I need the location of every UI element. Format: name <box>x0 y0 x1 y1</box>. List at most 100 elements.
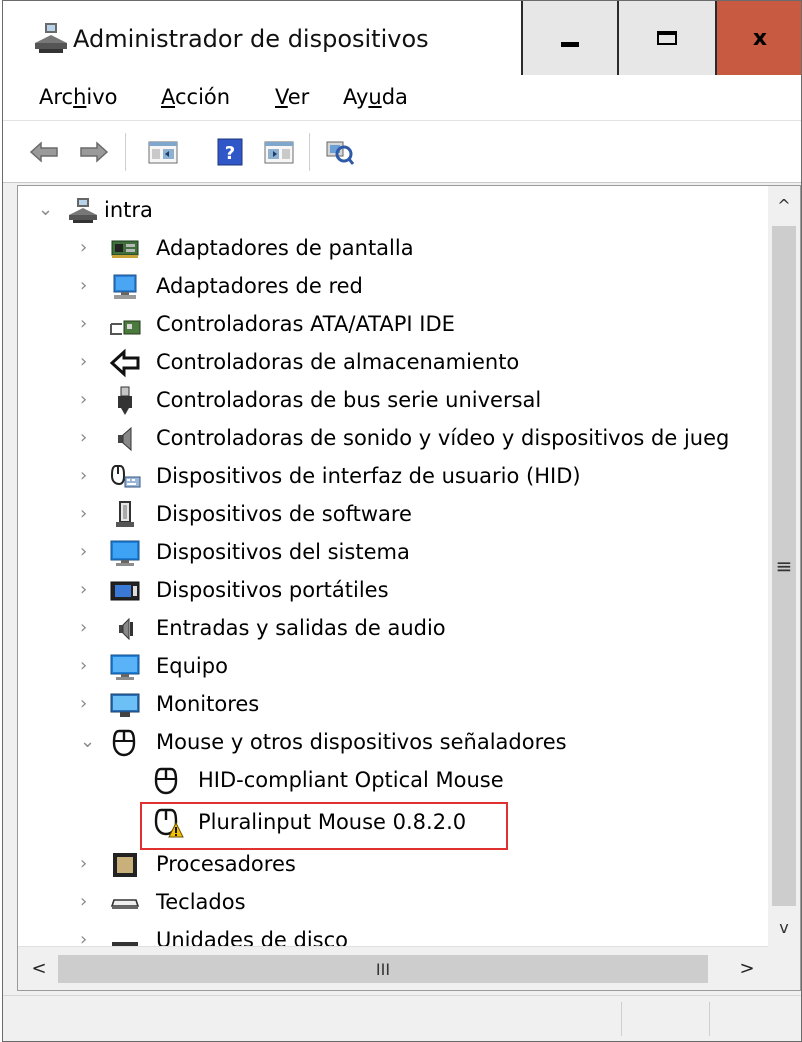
forward-button[interactable] <box>77 135 111 169</box>
view-panel-icon <box>264 141 294 164</box>
scroll-right-button[interactable]: > <box>730 953 764 983</box>
tree-item-label: Dispositivos portátiles <box>156 578 389 602</box>
tree-item-teclados[interactable]: › Teclados <box>18 884 768 922</box>
forward-arrow-icon <box>80 141 109 163</box>
chevron-right-icon[interactable]: › <box>80 694 96 714</box>
chevron-right-icon[interactable]: › <box>80 580 96 600</box>
computer-icon <box>110 654 140 680</box>
scan-hardware-icon <box>326 141 355 165</box>
horizontal-scroll-thumb[interactable]: III <box>58 955 708 983</box>
tree-item-audio-io[interactable]: › Entradas y salidas de audio <box>18 610 768 648</box>
tree-item-monitores[interactable]: › Monitores <box>18 686 768 724</box>
tree-item-label: Teclados <box>156 890 246 914</box>
back-button[interactable] <box>27 135 61 169</box>
tree-item-label: Mouse y otros dispositivos señaladores <box>156 730 567 754</box>
menu-archivo-text: Arc <box>39 85 74 109</box>
chevron-right-icon[interactable]: › <box>80 618 96 638</box>
tree-item-hid-optical-mouse[interactable]: HID-compliant Optical Mouse <box>18 762 768 800</box>
monitor-icon <box>110 693 140 717</box>
menu-ver-text: er <box>287 85 310 109</box>
vertical-scroll-thumb[interactable]: ≡ <box>772 226 796 906</box>
chevron-right-icon[interactable]: › <box>80 352 96 372</box>
portable-device-icon <box>110 581 140 601</box>
tree-item-controladoras-usb[interactable]: › Controladoras de bus serie universal <box>18 382 768 420</box>
tree-item-controladoras-ata[interactable]: › Controladoras ATA/ATAPI IDE <box>18 306 768 344</box>
horizontal-scrollbar[interactable]: < III > <box>18 946 768 990</box>
help-icon: ? <box>217 138 243 166</box>
tree-item-portatiles[interactable]: › Dispositivos portátiles <box>18 572 768 610</box>
properties-button[interactable] <box>143 135 183 169</box>
tree-item-label: HID-compliant Optical Mouse <box>198 768 504 792</box>
properties-grid-icon <box>148 141 178 164</box>
menu-archivo-accel: h <box>73 85 87 109</box>
selection-highlight-box <box>140 802 508 850</box>
menu-ayuda-accel: u <box>368 85 382 109</box>
tree-item-mouse[interactable]: ⌄ Mouse y otros dispositivos señaladores <box>18 724 768 762</box>
chevron-right-icon[interactable]: › <box>80 428 96 448</box>
minimize-button[interactable] <box>521 1 619 75</box>
chevron-right-icon[interactable]: › <box>80 854 96 874</box>
processor-icon <box>113 853 137 877</box>
scroll-up-button[interactable]: ^ <box>768 190 800 220</box>
device-tree[interactable]: ⌄ intra › Adaptadores de pantalla › Adap… <box>18 186 768 946</box>
scroll-left-button[interactable]: < <box>22 953 56 983</box>
chevron-right-icon[interactable]: › <box>80 504 96 524</box>
chevron-down-icon: v <box>779 917 789 937</box>
help-button[interactable]: ? <box>213 135 247 169</box>
tree-item-label: Dispositivos de software <box>156 502 412 526</box>
computer-root-icon <box>69 198 97 223</box>
chevron-right-icon[interactable]: › <box>80 238 96 258</box>
chevron-right-icon[interactable]: › <box>80 542 96 562</box>
mouse-icon <box>112 729 136 757</box>
grip-icon: III <box>375 959 391 979</box>
tree-item-label: Controladoras de almacenamiento <box>156 350 520 374</box>
tree-item-controladoras-almacenamiento[interactable]: › Controladoras de almacenamiento <box>18 344 768 382</box>
tree-item-sistema[interactable]: › Dispositivos del sistema <box>18 534 768 572</box>
menu-ayuda-text-end: da <box>381 85 408 109</box>
maximize-button[interactable] <box>619 1 717 75</box>
status-separator <box>621 1002 622 1036</box>
menu-bar: Archivo Acción Ver Ayuda <box>3 75 801 121</box>
chevron-left-icon: < <box>31 957 47 979</box>
tree-item-label: Unidades de disco <box>156 928 349 946</box>
view-panel-button[interactable] <box>259 135 299 169</box>
tree-item-procesadores[interactable]: › Procesadores <box>18 846 768 884</box>
tree-item-adaptadores-red[interactable]: › Adaptadores de red <box>18 268 768 306</box>
chevron-right-icon[interactable]: › <box>80 314 96 334</box>
chevron-right-icon[interactable]: › <box>80 276 96 296</box>
close-button[interactable]: x <box>717 1 801 75</box>
menu-accion-accel: A <box>161 85 175 109</box>
chevron-right-icon[interactable]: › <box>80 892 96 912</box>
tree-item-sonido-video[interactable]: › Controladoras de sonido y vídeo y disp… <box>18 420 768 458</box>
keyboard-icon <box>110 899 140 909</box>
tree-item-unidades-disco[interactable]: › Unidades de disco <box>18 922 768 946</box>
chevron-right-icon: > <box>739 957 755 979</box>
menu-archivo[interactable]: Archivo <box>39 85 118 109</box>
chevron-down-icon[interactable]: ⌄ <box>80 732 96 752</box>
status-bar <box>3 995 801 1041</box>
device-manager-icon <box>35 23 67 53</box>
tree-root-intra[interactable]: ⌄ intra <box>18 192 768 230</box>
tree-item-adaptadores-pantalla[interactable]: › Adaptadores de pantalla <box>18 230 768 268</box>
chevron-right-icon[interactable]: › <box>80 656 96 676</box>
usb-icon <box>118 386 132 415</box>
menu-accion[interactable]: Acción <box>161 85 230 109</box>
scroll-down-button[interactable]: v <box>768 912 800 942</box>
network-adapter-icon <box>113 274 137 299</box>
tree-item-software[interactable]: › Dispositivos de software <box>18 496 768 534</box>
title-bar[interactable]: Administrador de dispositivos x <box>3 1 801 75</box>
chevron-right-icon[interactable]: › <box>80 390 96 410</box>
chevron-right-icon[interactable]: › <box>80 466 96 486</box>
chevron-down-icon[interactable]: ⌄ <box>38 200 54 220</box>
scan-hardware-button[interactable] <box>323 135 357 169</box>
menu-ver[interactable]: Ver <box>275 85 309 109</box>
tree-item-equipo[interactable]: › Equipo <box>18 648 768 686</box>
tree-item-label: Equipo <box>156 654 228 678</box>
close-icon: x <box>752 25 768 51</box>
tree-item-hid[interactable]: › Dispositivos de interfaz de usuario (H… <box>18 458 768 496</box>
chevron-right-icon[interactable]: › <box>80 930 96 947</box>
menu-ayuda[interactable]: Ayuda <box>343 85 408 109</box>
vertical-scrollbar[interactable]: ^ ≡ v <box>768 186 800 946</box>
tree-root-label: intra <box>104 198 153 222</box>
speaker-icon <box>118 426 132 452</box>
